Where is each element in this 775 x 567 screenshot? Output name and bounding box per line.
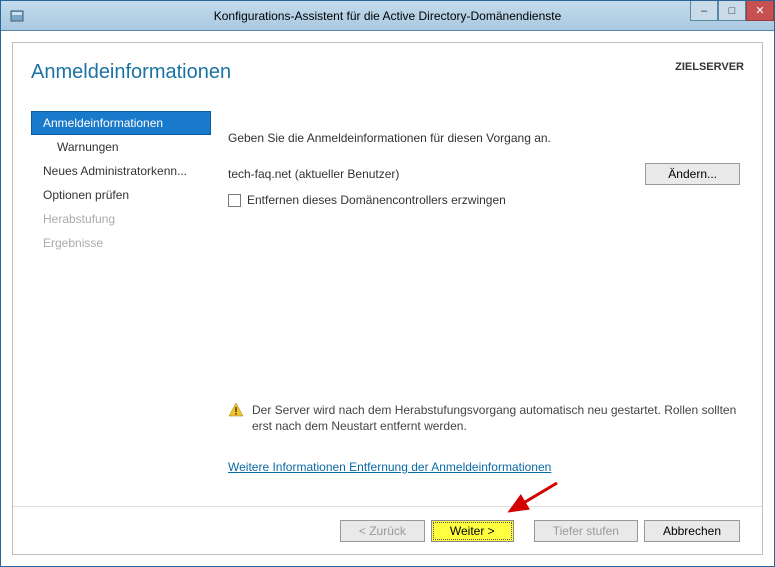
wizard-window: Konfigurations-Assistent für die Active …: [0, 0, 775, 567]
change-button[interactable]: Ändern...: [645, 163, 740, 185]
warning-text: Der Server wird nach dem Herabstufungsvo…: [252, 402, 740, 434]
next-button[interactable]: Weiter >: [431, 520, 514, 542]
content-area: Geben Sie die Anmeldeinformationen für d…: [228, 131, 740, 494]
sidebar-item-results: Ergebnisse: [31, 231, 211, 255]
cancel-button[interactable]: Abbrechen: [644, 520, 740, 542]
sidebar-item-warnings[interactable]: Warnungen: [31, 135, 211, 159]
wizard-sidebar: Anmeldeinformationen Warnungen Neues Adm…: [31, 111, 211, 255]
page-title: Anmeldeinformationen: [31, 61, 231, 84]
sidebar-item-demotion: Herabstufung: [31, 207, 211, 231]
minimize-button[interactable]: –: [690, 1, 718, 21]
app-icon: [9, 8, 25, 27]
target-server-label: ZIELSERVER: [675, 61, 744, 73]
lead-text: Geben Sie die Anmeldeinformationen für d…: [228, 131, 740, 145]
warning-row: Der Server wird nach dem Herabstufungsvo…: [228, 402, 740, 434]
footer: < Zurück Weiter > Tiefer stufen Abbreche…: [13, 506, 762, 554]
force-remove-row: Entfernen dieses Domänencontrollers erzw…: [228, 193, 740, 207]
warning-icon: [228, 402, 244, 421]
current-user-text: tech-faq.net (aktueller Benutzer): [228, 167, 399, 181]
sidebar-item-review[interactable]: Optionen prüfen: [31, 183, 211, 207]
close-button[interactable]: ✕: [746, 1, 774, 21]
back-button[interactable]: < Zurück: [340, 520, 425, 542]
window-title: Konfigurations-Assistent für die Active …: [214, 9, 562, 23]
maximize-button[interactable]: □: [718, 1, 746, 21]
sidebar-item-new-admin[interactable]: Neues Administratorkenn...: [31, 159, 211, 183]
sidebar-item-credentials[interactable]: Anmeldeinformationen: [31, 111, 211, 135]
force-remove-label: Entfernen dieses Domänencontrollers erzw…: [247, 193, 506, 207]
demote-button: Tiefer stufen: [534, 520, 638, 542]
wizard-body: Anmeldeinformationen ZIELSERVER Anmeldei…: [12, 42, 763, 555]
header-row: Anmeldeinformationen ZIELSERVER: [31, 61, 744, 84]
more-info-link[interactable]: Weitere Informationen Entfernung der Anm…: [228, 460, 551, 474]
window-controls: – □ ✕: [690, 1, 774, 21]
user-row: tech-faq.net (aktueller Benutzer) Ändern…: [228, 163, 740, 185]
titlebar[interactable]: Konfigurations-Assistent für die Active …: [1, 1, 774, 31]
force-remove-checkbox[interactable]: [228, 194, 241, 207]
